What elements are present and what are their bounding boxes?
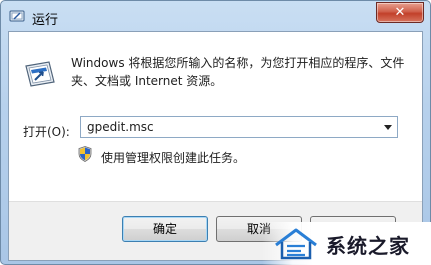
window-title: 运行 (32, 13, 59, 28)
open-label: 打开(O): (23, 125, 70, 139)
dropdown-arrow-icon[interactable] (384, 125, 392, 130)
ok-button[interactable]: 确定 (122, 216, 208, 242)
run-icon (9, 10, 25, 22)
close-icon: ✕ (394, 5, 406, 20)
run-program-icon (25, 61, 55, 87)
uac-shield-icon (78, 146, 92, 162)
open-combobox[interactable]: gpedit.msc (80, 116, 398, 138)
house-logo-icon (275, 228, 317, 260)
title-bar[interactable]: 运行 ✕ (1, 1, 430, 33)
watermark-text: 系统之家 (326, 234, 410, 258)
close-button[interactable]: ✕ (376, 2, 424, 23)
description-text: Windows 将根据您所输入的名称，为您打开相应的程序、文件夹、文档或 Int… (71, 56, 405, 88)
admin-note: 使用管理权限创建此任务。 (101, 151, 246, 165)
watermark: 系统之家 (262, 222, 431, 265)
open-input[interactable]: gpedit.msc (87, 120, 154, 134)
